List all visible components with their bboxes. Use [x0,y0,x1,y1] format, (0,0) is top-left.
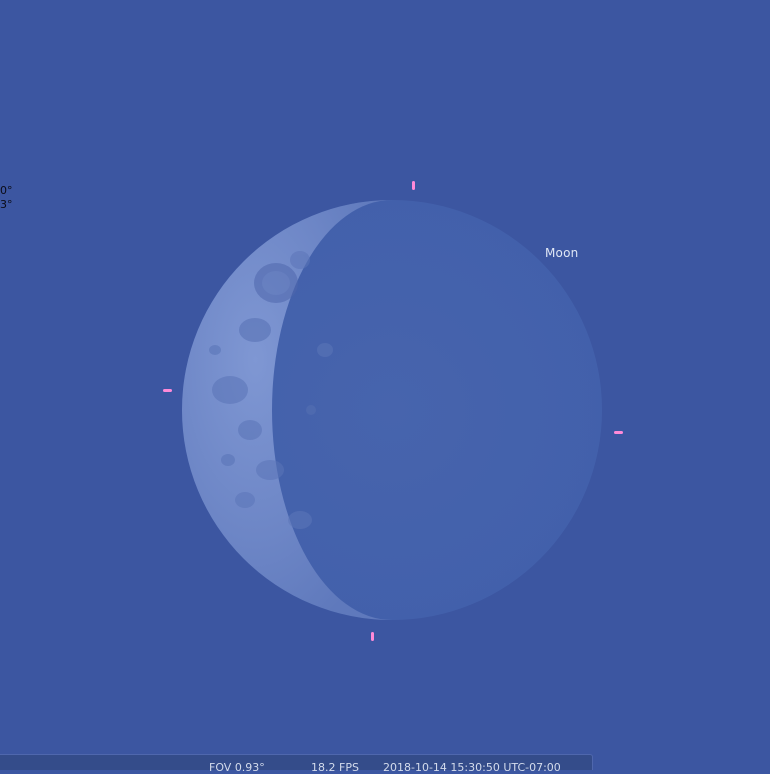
datetime-readout[interactable]: 2018-10-14 15:30:50 UTC-07:00 [383,761,561,774]
pink-tick-marker-top [412,181,415,190]
fps-readout: 18.2 FPS [311,761,359,774]
coordinate-readout: 0° 3° [0,184,13,212]
object-name-label[interactable]: Moon [545,246,578,260]
coordinate-line-1: 0° [0,184,13,197]
pink-tick-marker-bottom [371,632,374,641]
status-bar[interactable]: FOV 0.93° 18.2 FPS 2018-10-14 15:30:50 U… [0,754,593,774]
coordinate-line-2: 3° [0,198,13,211]
moon-view[interactable] [0,0,770,770]
fov-readout: FOV 0.93° [209,761,265,774]
pink-tick-marker-right [614,431,623,434]
pink-tick-marker-left [163,389,172,392]
